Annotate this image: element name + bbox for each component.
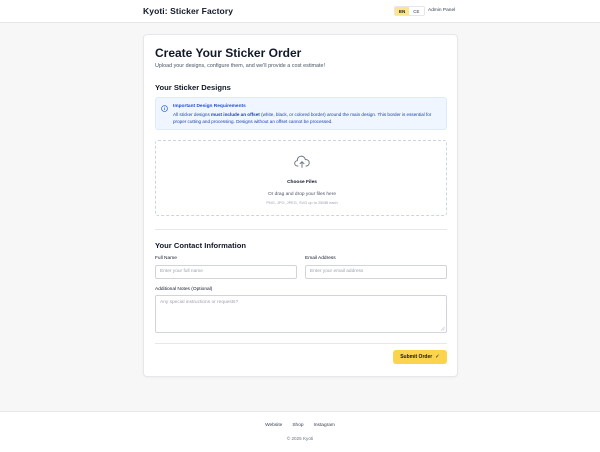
cloud-upload-icon — [294, 155, 310, 168]
design-requirements-notice: Important Design Requirements All sticke… — [155, 97, 447, 130]
info-circle-icon — [161, 105, 168, 112]
language-switcher: EN CE — [394, 6, 425, 16]
page-footer: Website Shop Instagram © 2025 Kyoti — [0, 411, 600, 452]
submit-order-label: Submit Order — [400, 354, 433, 360]
full-name-input[interactable]: Enter your full name — [155, 265, 297, 279]
email-input[interactable]: Enter your email address — [305, 265, 447, 279]
lang-ce-button[interactable]: CE — [409, 7, 423, 15]
email-label: Email Address — [305, 256, 336, 261]
footer-link-website[interactable]: Website — [265, 423, 282, 428]
footer-link-shop[interactable]: Shop — [292, 423, 303, 428]
designs-heading: Your Sticker Designs — [155, 83, 231, 92]
notes-placeholder: Any special instructions or requests? — [160, 300, 239, 305]
notice-title: Important Design Requirements — [173, 104, 246, 109]
brand-title[interactable]: Kyoti: Sticker Factory — [143, 6, 233, 16]
notes-label: Additional Notes (Optional) — [155, 287, 213, 292]
footer-link-instagram[interactable]: Instagram — [314, 423, 335, 428]
form-footer-divider — [155, 343, 447, 344]
admin-panel-link[interactable]: Admin Panel — [428, 8, 455, 13]
file-dropzone[interactable]: Choose Files Or drag and drop your files… — [155, 140, 447, 216]
choose-files-button[interactable]: Choose Files — [280, 177, 324, 188]
notice-body: All sticker designs must include an offs… — [173, 112, 432, 124]
full-name-label: Full Name — [155, 256, 177, 261]
check-icon: ✓ — [435, 354, 440, 360]
drag-drop-text: Or drag and drop your files here — [268, 192, 336, 197]
page-title: Create Your Sticker Order — [155, 46, 302, 60]
notes-textarea[interactable]: Any special instructions or requests? — [155, 295, 447, 333]
section-divider — [155, 229, 447, 230]
copyright-text: © 2025 Kyoti — [286, 436, 314, 441]
lang-en-button[interactable]: EN — [395, 7, 410, 15]
submit-order-button[interactable]: Submit Order ✓ — [393, 350, 447, 364]
page-subtitle: Upload your designs, configure them, and… — [155, 63, 326, 69]
contact-heading: Your Contact Information — [155, 241, 246, 250]
order-form-card: Create Your Sticker Order Upload your de… — [143, 34, 458, 377]
allowed-formats-text: PNG, JPG, JPEG, SVG up to 25MB each — [266, 200, 338, 205]
top-navbar: Kyoti: Sticker Factory EN CE Admin Panel — [0, 0, 600, 23]
resize-handle-icon[interactable] — [440, 326, 445, 331]
footer-links: Website Shop Instagram — [0, 423, 600, 428]
